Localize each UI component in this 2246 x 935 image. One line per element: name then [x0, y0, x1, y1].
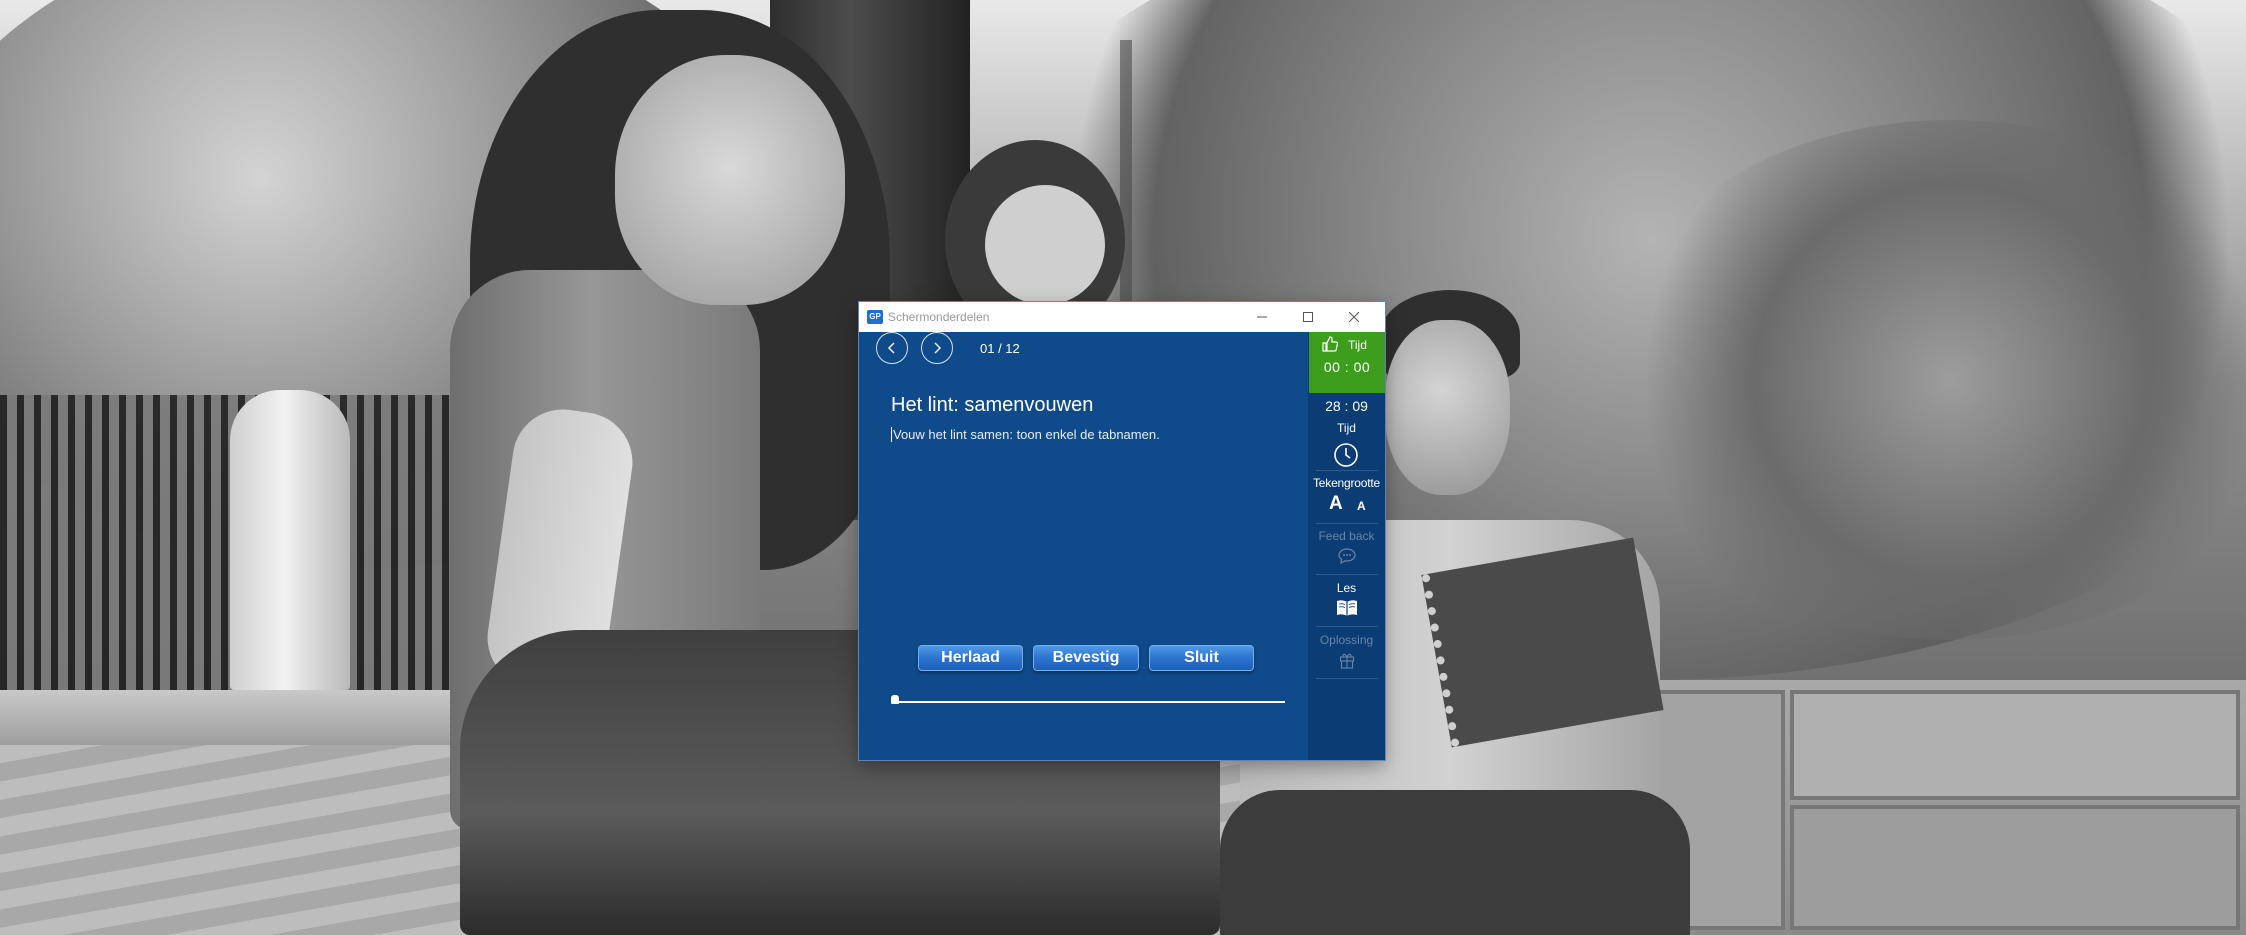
- maximize-button[interactable]: [1285, 302, 1331, 332]
- divider: [1316, 678, 1378, 679]
- maximize-icon: [1303, 312, 1313, 322]
- lesson-instruction: Vouw het lint samen: toon enkel de tabna…: [891, 427, 1160, 442]
- lesson-title: Het lint: samenvouwen: [891, 394, 1094, 416]
- chevron-right-icon: [934, 342, 941, 354]
- time-label: Tijd: [1337, 421, 1356, 435]
- divider: [1316, 470, 1378, 471]
- minimize-icon: [1257, 316, 1267, 318]
- gift-icon: [1339, 653, 1355, 669]
- page-counter: 01 / 12: [980, 341, 1020, 356]
- divider: [1316, 574, 1378, 575]
- previous-step-button[interactable]: [876, 332, 908, 364]
- speech-bubble-icon: [1338, 548, 1356, 564]
- close-window-button[interactable]: [1331, 302, 1377, 332]
- tutorial-window: GP Schermonderdelen 01 / 12 Het lint: sa…: [859, 302, 1385, 760]
- window-title: Schermonderdelen: [888, 310, 990, 324]
- timer-value: 00 : 00: [1323, 359, 1371, 375]
- thumbs-up-icon: [1322, 336, 1338, 352]
- close-icon: [1349, 312, 1359, 322]
- chevron-left-icon: [888, 342, 895, 354]
- remaining-time: 28 : 09: [1325, 398, 1368, 414]
- font-size-large-button[interactable]: A: [1329, 493, 1343, 515]
- clock-icon[interactable]: [1333, 442, 1359, 468]
- reload-button[interactable]: Herlaad: [918, 645, 1023, 671]
- font-size-label: Tekengrootte: [1313, 476, 1380, 490]
- minimize-button[interactable]: [1239, 302, 1285, 332]
- font-size-small-button[interactable]: A: [1357, 499, 1366, 513]
- progress-slider-track[interactable]: [894, 701, 1285, 703]
- progress-slider-handle[interactable]: [891, 695, 899, 704]
- side-panel: Tijd 00 : 00 28 : 09 Tijd Tekengrootte A…: [1308, 332, 1385, 760]
- app-logo-icon: GP: [867, 310, 883, 324]
- divider: [1316, 626, 1378, 627]
- solution-label: Oplossing: [1319, 633, 1374, 647]
- lesson-label: Les: [1336, 581, 1357, 595]
- timer-label: Tijd: [1348, 338, 1367, 352]
- close-button[interactable]: Sluit: [1149, 645, 1254, 671]
- open-book-icon[interactable]: [1336, 598, 1358, 618]
- feedback-label: Feed back: [1318, 529, 1375, 543]
- confirm-button[interactable]: Bevestig: [1033, 645, 1139, 671]
- timer-box: Tijd 00 : 00: [1309, 332, 1385, 393]
- divider: [1316, 523, 1378, 524]
- title-bar[interactable]: GP Schermonderdelen: [859, 302, 1385, 332]
- next-step-button[interactable]: [921, 332, 953, 364]
- lesson-content: 01 / 12 Het lint: samenvouwen Vouw het l…: [859, 332, 1308, 760]
